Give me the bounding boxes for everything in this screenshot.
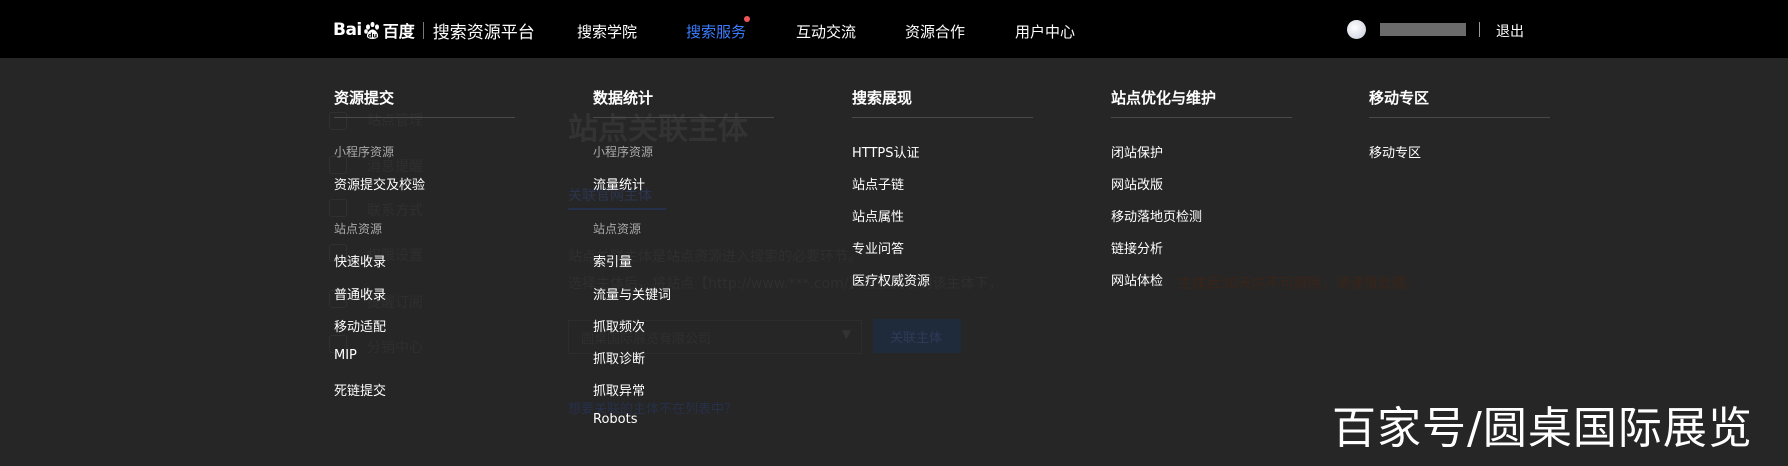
menu-item[interactable]: 流量与关键词 bbox=[593, 284, 671, 303]
menu-item[interactable]: 站点子链 bbox=[852, 174, 904, 193]
menu-column-heading: 资源提交 bbox=[334, 88, 515, 118]
menu-item[interactable]: 移动落地页检测 bbox=[1111, 206, 1202, 225]
menu-column-mobile-zone: 移动专区 移动专区 bbox=[1369, 88, 1550, 161]
menu-column-data-statistics: 数据统计 小程序资源 流量统计 站点资源 索引量 流量与关键词 抓取频次 抓取诊… bbox=[593, 88, 774, 427]
menu-column-heading: 移动专区 bbox=[1369, 88, 1550, 118]
menu-column-heading: 数据统计 bbox=[593, 88, 774, 118]
menu-item[interactable]: 流量统计 bbox=[593, 174, 645, 193]
nav-community[interactable]: 互动交流 bbox=[796, 21, 856, 42]
menu-item[interactable]: 专业问答 bbox=[852, 238, 904, 257]
menu-group-label: 站点资源 bbox=[593, 222, 642, 236]
menu-item[interactable]: 抓取频次 bbox=[593, 316, 645, 335]
menu-item[interactable]: 医疗权威资源 bbox=[852, 270, 930, 289]
ghost-warning: 主体后30天内不可解除，请谨慎处理。 bbox=[1178, 276, 1420, 292]
menu-item[interactable]: 移动专区 bbox=[1369, 142, 1421, 161]
avatar[interactable] bbox=[1347, 20, 1366, 39]
nav-resource-partnership[interactable]: 资源合作 bbox=[905, 21, 965, 42]
paw-icon: du bbox=[363, 21, 382, 40]
menu-item[interactable]: 普通收录 bbox=[334, 284, 386, 303]
menu-item[interactable]: MIP bbox=[334, 348, 357, 363]
nav-user-center[interactable]: 用户中心 bbox=[1015, 21, 1075, 42]
menu-item[interactable]: 死链提交 bbox=[334, 380, 386, 399]
menu-item[interactable]: 抓取异常 bbox=[593, 380, 645, 399]
menu-item[interactable]: 链接分析 bbox=[1111, 238, 1163, 257]
menu-item[interactable]: 闭站保护 bbox=[1111, 142, 1163, 161]
baidu-logo[interactable]: Bai du 百度 搜索资源平台 bbox=[333, 17, 535, 43]
ghost-icon bbox=[329, 199, 347, 217]
menu-column-site-optimization: 站点优化与维护 闭站保护 网站改版 移动落地页检测 链接分析 网站体检 bbox=[1111, 88, 1292, 289]
ghost-sidebar-item: 分销中心 bbox=[367, 340, 423, 356]
menu-item[interactable]: Robots bbox=[593, 412, 637, 427]
notification-dot bbox=[744, 16, 750, 22]
ghost-button: 关联主体 bbox=[873, 319, 961, 353]
menu-item[interactable]: 网站体检 bbox=[1111, 270, 1163, 289]
ghost-sidebar-item: 联系方式 bbox=[367, 203, 423, 219]
product-name: 搜索资源平台 bbox=[432, 22, 535, 43]
menu-item[interactable]: 资源提交及校验 bbox=[334, 174, 425, 193]
top-navigation-bar: Bai du 百度 搜索资源平台 搜索学院 搜索服务 互动交流 资源合作 用户中… bbox=[0, 0, 1788, 58]
ghost-button-label: 关联主体 bbox=[890, 331, 943, 346]
svg-text:du: du bbox=[368, 31, 378, 39]
logo-wordmark-bai: Bai bbox=[333, 20, 362, 40]
baijiahao-watermark: 百家号/圆桌国际展览 bbox=[1332, 403, 1753, 454]
menu-item[interactable]: 抓取诊断 bbox=[593, 348, 645, 367]
menu-column-resource-submission: 资源提交 小程序资源 资源提交及校验 站点资源 快速收录 普通收录 移动适配 M… bbox=[334, 88, 515, 399]
menu-item[interactable]: 网站改版 bbox=[1111, 174, 1163, 193]
header-divider bbox=[1479, 22, 1480, 37]
logout-link[interactable]: 退出 bbox=[1496, 21, 1524, 41]
menu-group-label: 站点资源 bbox=[334, 222, 383, 236]
menu-column-heading: 站点优化与维护 bbox=[1111, 88, 1292, 118]
chevron-down-icon: ▼ bbox=[841, 327, 851, 341]
nav-search-services[interactable]: 搜索服务 bbox=[686, 21, 746, 42]
menu-item[interactable]: 站点属性 bbox=[852, 206, 904, 225]
menu-group-label: 小程序资源 bbox=[334, 145, 395, 159]
menu-group-label: 小程序资源 bbox=[593, 145, 654, 159]
menu-item[interactable]: 快速收录 bbox=[334, 251, 386, 270]
menu-item[interactable]: 索引量 bbox=[593, 251, 632, 270]
logo-wordmark-cn: 百度 bbox=[382, 22, 415, 41]
menu-column-search-display: 搜索展现 HTTPS认证 站点子链 站点属性 专业问答 医疗权威资源 bbox=[852, 88, 1033, 289]
username-redacted[interactable] bbox=[1380, 23, 1466, 36]
logo-divider bbox=[422, 21, 424, 39]
menu-item[interactable]: 移动适配 bbox=[334, 316, 386, 335]
menu-item[interactable]: HTTPS认证 bbox=[852, 142, 920, 161]
nav-search-academy[interactable]: 搜索学院 bbox=[577, 21, 637, 42]
menu-column-heading: 搜索展现 bbox=[852, 88, 1033, 118]
ghost-tab-underline bbox=[568, 208, 666, 210]
